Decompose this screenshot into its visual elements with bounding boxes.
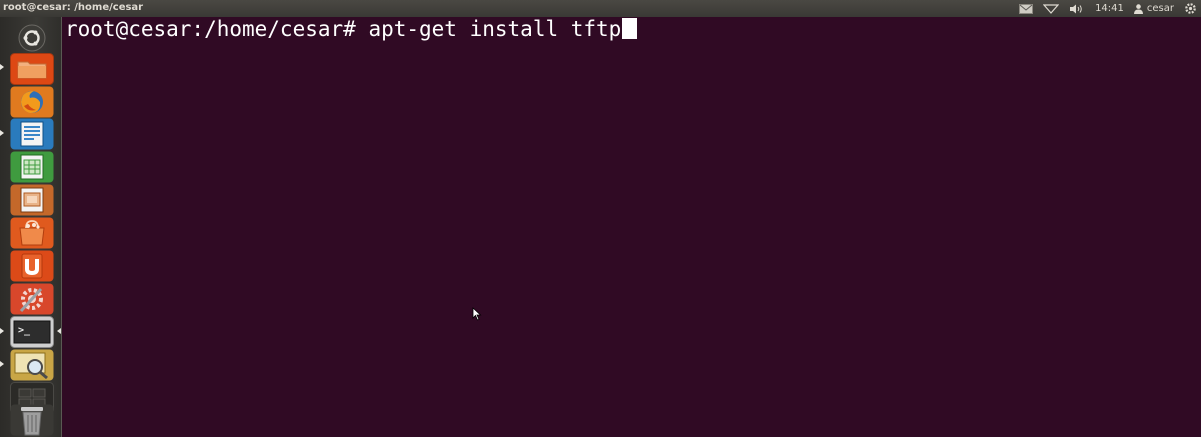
launcher-item-terminal[interactable]: >_: [10, 316, 54, 348]
launcher-item-files[interactable]: [10, 53, 54, 85]
desktop: root@cesar: /home/cesar 14:41 cesar >_ r…: [0, 0, 1201, 437]
clock[interactable]: 14:41: [1095, 3, 1124, 14]
mail-icon[interactable]: [1019, 3, 1034, 14]
launcher-item-calc[interactable]: [10, 151, 54, 183]
text-cursor: [622, 18, 638, 39]
launcher-item-software-center[interactable]: [10, 217, 54, 249]
magnifier-icon: [10, 349, 54, 381]
running-indicator: [0, 361, 4, 367]
terminal-prompt: root@cesar:/home/cesar#: [65, 17, 356, 41]
running-indicator: [0, 328, 4, 334]
mouse-pointer-icon: [472, 307, 482, 321]
top-panel: root@cesar: /home/cesar 14:41 cesar: [0, 0, 1201, 17]
user-menu[interactable]: cesar: [1133, 3, 1174, 14]
terminal-icon-prompt: >_: [18, 325, 31, 336]
focused-indicator: [57, 328, 61, 334]
user-name: cesar: [1146, 3, 1174, 14]
firefox-icon: [10, 86, 54, 118]
folder-icon: [10, 53, 54, 85]
running-indicator: [0, 64, 4, 70]
writer-icon: [10, 118, 54, 150]
launcher-item-system-settings[interactable]: [10, 283, 54, 315]
launcher-item-writer[interactable]: [10, 118, 54, 150]
launcher-item-firefox[interactable]: [10, 86, 54, 118]
launcher-item-trash[interactable]: [10, 404, 54, 436]
impress-icon: [10, 184, 54, 216]
indicator-area: 14:41 cesar: [1019, 1, 1197, 16]
launcher: >_: [0, 17, 62, 437]
user-icon: [1133, 3, 1143, 14]
volume-icon[interactable]: [1069, 4, 1085, 14]
gear-icon[interactable]: [1184, 2, 1197, 15]
running-indicator: [0, 130, 4, 136]
terminal-window[interactable]: root@cesar:/home/cesar# apt-get install …: [62, 17, 1201, 437]
network-icon[interactable]: [1043, 3, 1060, 14]
terminal-command: apt-get install tftp: [368, 17, 622, 41]
ubuntu-one-icon: [10, 250, 54, 282]
shopping-bag-icon: [10, 217, 54, 249]
settings-icon: [10, 283, 54, 315]
calc-icon: [10, 151, 54, 183]
window-title: root@cesar: /home/cesar: [3, 2, 144, 13]
launcher-item-impress[interactable]: [10, 184, 54, 216]
launcher-item-system-monitor[interactable]: [10, 349, 54, 381]
trash-icon: [10, 404, 54, 436]
ubuntu-logo-icon: [18, 24, 46, 52]
launcher-item-dash[interactable]: [10, 21, 54, 55]
launcher-item-ubuntu-one[interactable]: [10, 250, 54, 282]
terminal-command-line[interactable]: root@cesar:/home/cesar# apt-get install …: [65, 16, 638, 42]
terminal-icon: [10, 316, 54, 348]
